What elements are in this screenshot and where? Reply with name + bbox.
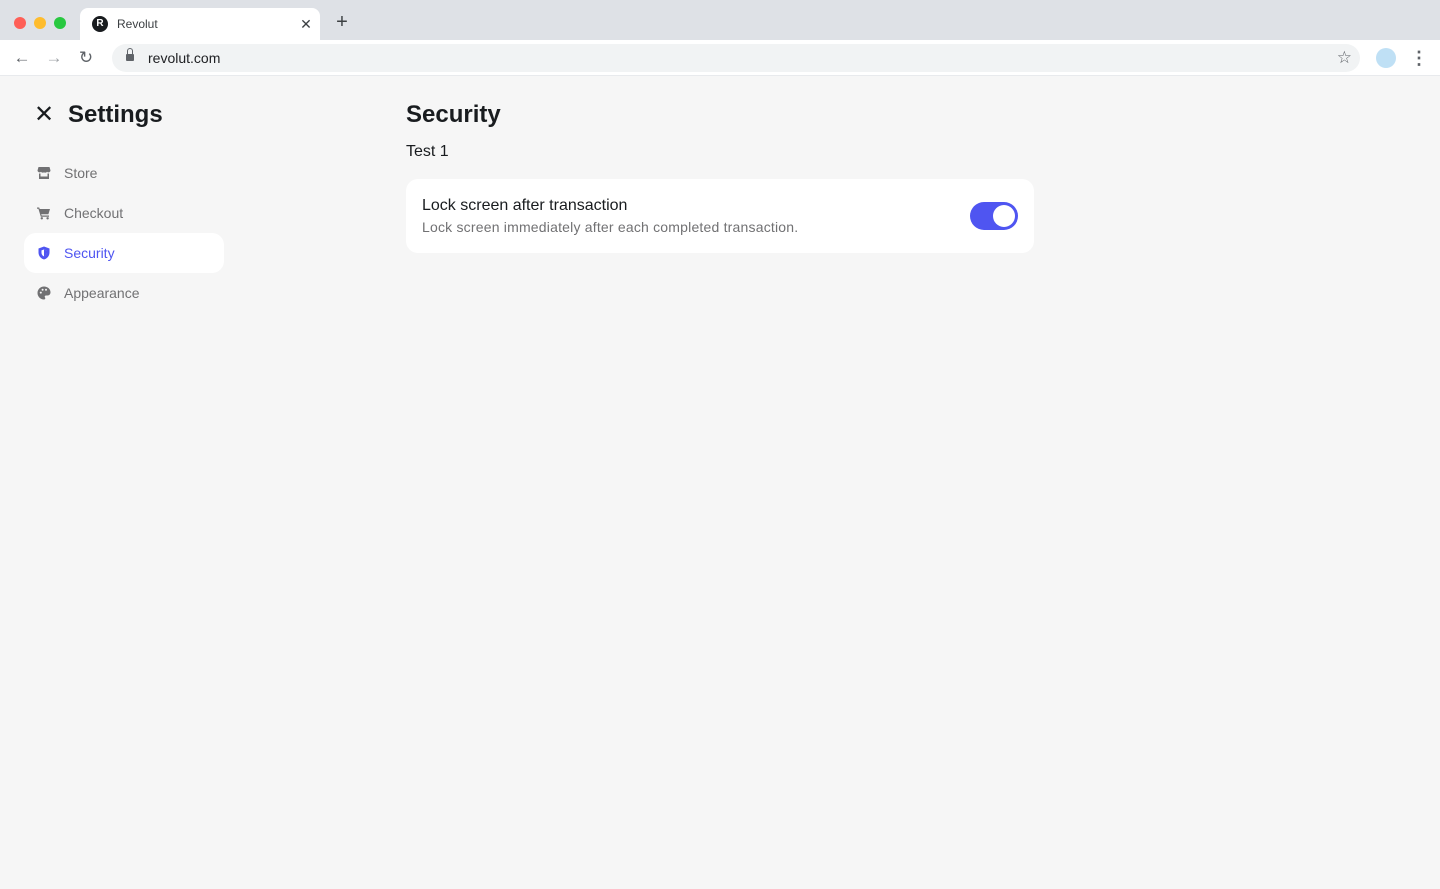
browser-tab-strip: R Revolut ✕ +	[0, 0, 1440, 40]
settings-title: Settings	[68, 101, 163, 128]
shield-icon	[38, 246, 50, 260]
close-settings-icon[interactable]: ✕	[33, 103, 55, 127]
setting-description: Lock screen immediately after each compl…	[422, 219, 799, 235]
bookmark-star-icon[interactable]: ☆	[1337, 48, 1352, 68]
tab-close-icon[interactable]: ✕	[298, 15, 314, 33]
sidebar-item-checkout[interactable]: Checkout	[24, 193, 224, 233]
sidebar-item-appearance[interactable]: Appearance	[24, 273, 224, 313]
sidebar-item-label: Security	[64, 245, 115, 261]
reload-icon[interactable]: ↻	[76, 48, 96, 68]
sidebar-item-label: Store	[64, 165, 98, 181]
close-window-button[interactable]	[14, 17, 26, 29]
profile-avatar[interactable]	[1376, 48, 1396, 68]
browser-menu-icon[interactable]: ⋮	[1410, 48, 1428, 68]
cart-icon	[37, 207, 50, 220]
sidebar-item-label: Checkout	[64, 205, 124, 221]
tab-title: Revolut	[117, 17, 158, 31]
section-subtitle: Test 1	[406, 143, 449, 160]
lock-icon	[126, 48, 134, 62]
browser-tab[interactable]: R Revolut ✕	[80, 8, 320, 40]
palette-icon	[37, 286, 51, 300]
store-icon	[37, 167, 51, 179]
sidebar-item-store[interactable]: Store	[24, 153, 224, 193]
minimize-window-button[interactable]	[34, 17, 46, 29]
url-text[interactable]: revolut.com	[148, 50, 220, 66]
page-title: Security	[406, 101, 501, 128]
sidebar-item-security[interactable]: Security	[24, 233, 224, 273]
settings-nav: Store Checkout Security Appearance	[24, 153, 224, 313]
toggle-knob	[993, 205, 1015, 227]
back-arrow-icon[interactable]: ←	[12, 48, 32, 68]
setting-title: Lock screen after transaction	[422, 197, 628, 214]
lock-screen-toggle[interactable]	[970, 202, 1018, 230]
forward-arrow-icon[interactable]: →	[44, 48, 64, 68]
revolut-logo-icon: R	[92, 16, 108, 32]
sidebar-item-label: Appearance	[64, 285, 140, 301]
new-tab-button[interactable]: +	[332, 12, 352, 32]
setting-card: Lock screen after transaction Lock scree…	[406, 179, 1034, 253]
browser-toolbar: ← → ↻ revolut.com ☆ ⋮	[0, 40, 1440, 76]
address-bar[interactable]: revolut.com ☆	[112, 44, 1360, 72]
maximize-window-button[interactable]	[54, 17, 66, 29]
